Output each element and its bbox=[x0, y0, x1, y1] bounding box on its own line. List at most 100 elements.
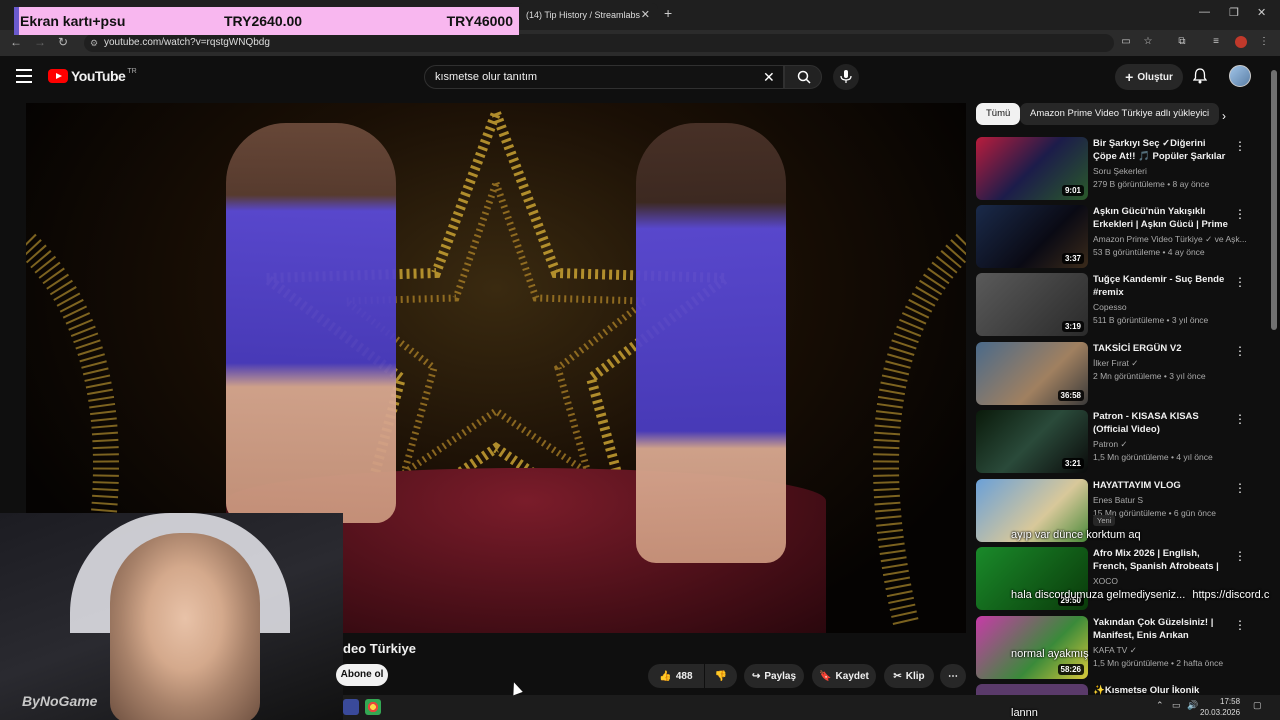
cast-icon[interactable]: ▭ bbox=[1120, 36, 1132, 48]
rec-channel[interactable]: XOCO bbox=[1093, 576, 1118, 586]
tab-streamlabs[interactable]: (14) Tip History / Streamlabs ✕ bbox=[516, 3, 658, 27]
rec-channel[interactable]: İlker Fırat ✓ bbox=[1093, 358, 1138, 369]
voice-search-button[interactable] bbox=[833, 64, 859, 90]
rec-title[interactable]: Aşkın Gücü'nün Yakışıklı Erkekleri | Aşk… bbox=[1093, 205, 1231, 231]
youtube-header: YouTube TR kısmetse olur tanıtım ✕ + Olu… bbox=[0, 56, 1280, 98]
account-avatar[interactable] bbox=[1229, 65, 1251, 87]
rec-item[interactable]: 29:50 Afro Mix 2026 | English, French, S… bbox=[976, 547, 1252, 611]
rec-title[interactable]: Yakından Çok Güzelsiniz! | Manifest, Eni… bbox=[1093, 616, 1231, 642]
rec-title[interactable]: Afro Mix 2026 | English, French, Spanish… bbox=[1093, 547, 1231, 573]
rec-thumbnail[interactable]: 36:58 bbox=[976, 342, 1088, 405]
rec-title[interactable]: Tuğçe Kandemir - Suç Bende #remix bbox=[1093, 273, 1231, 299]
restore-icon[interactable]: ❐ bbox=[1229, 6, 1239, 19]
volume-icon[interactable]: 🔊 bbox=[1187, 700, 1198, 711]
share-button[interactable]: ↪ Paylaş bbox=[744, 664, 804, 688]
rec-item[interactable]: 3:19 Tuğçe Kandemir - Suç Bende #remix C… bbox=[976, 273, 1252, 337]
taskbar-app-icon[interactable] bbox=[343, 699, 359, 715]
video-channel-title: deo Türkiye bbox=[343, 641, 416, 656]
rec-thumbnail[interactable]: 9:01 bbox=[976, 137, 1088, 200]
rec-item[interactable]: 3:37 Aşkın Gücü'nün Yakışıklı Erkekleri … bbox=[976, 205, 1252, 269]
chevron-right-icon[interactable]: › bbox=[1222, 109, 1226, 123]
presenter-left bbox=[226, 123, 396, 523]
rec-channel[interactable]: Enes Batur S bbox=[1093, 495, 1143, 505]
more-vertical-icon[interactable]: ⋮ bbox=[1234, 549, 1246, 563]
rec-title[interactable]: Patron - KISASA KISAS (Official Video) bbox=[1093, 410, 1231, 436]
rec-title[interactable]: ✨Kısmetse Olur İkonik bbox=[1093, 684, 1231, 695]
notification-center-icon[interactable]: ▢ bbox=[1253, 700, 1262, 711]
rec-title[interactable]: Bir Şarkıyı Seç ✓Diğerini Çöpe At!! 🎵 Po… bbox=[1093, 137, 1231, 163]
youtube-logo[interactable]: YouTube TR bbox=[48, 68, 137, 84]
hamburger-menu-icon[interactable] bbox=[16, 69, 32, 83]
rec-meta: 511 B görüntüleme • 3 yıl önce bbox=[1093, 315, 1209, 325]
rec-duration: 9:01 bbox=[1061, 185, 1084, 196]
streamer-logo: ByNoGame bbox=[22, 693, 98, 709]
subscribe-button[interactable]: Abone ol bbox=[336, 664, 388, 686]
rec-item[interactable]: ✨Kısmetse Olur İkonik bbox=[976, 684, 1252, 695]
chat-message: ayıp var dünce korktum aq bbox=[1011, 529, 1141, 541]
rec-thumbnail[interactable]: 3:37 bbox=[976, 205, 1088, 268]
chat-message-text: hala discordumuza gelmediyseniz... bbox=[1011, 589, 1186, 601]
media-control-icon[interactable]: ≡ bbox=[1210, 36, 1222, 48]
more-vertical-icon[interactable]: ⋮ bbox=[1234, 275, 1246, 289]
forward-icon[interactable]: → bbox=[34, 35, 46, 49]
bookmark-star-icon[interactable]: ☆ bbox=[1142, 36, 1154, 48]
rec-channel[interactable]: Copesso bbox=[1093, 302, 1127, 312]
more-vertical-icon[interactable]: ⋮ bbox=[1234, 139, 1246, 153]
overlay-marker bbox=[14, 7, 19, 35]
extensions-icon[interactable]: ⧉ bbox=[1176, 36, 1188, 48]
create-button[interactable]: + Oluştur bbox=[1115, 64, 1183, 90]
dislike-button[interactable]: 👎 bbox=[705, 664, 737, 688]
clear-search-icon[interactable]: ✕ bbox=[763, 69, 775, 86]
tab-close-icon[interactable]: ✕ bbox=[641, 8, 650, 21]
rec-thumbnail[interactable]: 3:19 bbox=[976, 273, 1088, 336]
scissors-icon: ✂ bbox=[893, 670, 902, 682]
search-button[interactable] bbox=[784, 65, 822, 89]
browser-menu-icon[interactable]: ⋮ bbox=[1258, 36, 1270, 48]
back-icon[interactable]: ← bbox=[10, 35, 22, 49]
close-window-icon[interactable]: ✕ bbox=[1257, 6, 1266, 19]
rec-title[interactable]: HAYATTAYIM VLOG bbox=[1093, 479, 1231, 492]
taskbar-clock[interactable]: 17:58 20.03.2026 bbox=[1200, 696, 1240, 718]
logo-country: TR bbox=[127, 67, 137, 75]
new-tab-icon[interactable]: + bbox=[664, 5, 672, 21]
rec-item[interactable]: 9:01 Bir Şarkıyı Seç ✓Diğerini Çöpe At!!… bbox=[976, 137, 1252, 201]
more-vertical-icon[interactable]: ⋮ bbox=[1234, 412, 1246, 426]
site-info-icon[interactable]: ⚙ bbox=[90, 34, 98, 52]
rec-item[interactable]: 3:21 Patron - KISASA KISAS (Official Vid… bbox=[976, 410, 1252, 474]
network-icon[interactable]: ▭ bbox=[1172, 700, 1181, 711]
taskbar: lannn bbox=[343, 695, 1280, 720]
more-vertical-icon[interactable]: ⋮ bbox=[1234, 481, 1246, 495]
rec-channel[interactable]: Soru Şekerleri bbox=[1093, 166, 1147, 176]
rec-channel[interactable]: Patron ✓ bbox=[1093, 439, 1128, 450]
rec-title[interactable]: TAKSİCİ ERGÜN V2 bbox=[1093, 342, 1231, 355]
rec-item[interactable]: 36:58 TAKSİCİ ERGÜN V2 İlker Fırat ✓ 2 M… bbox=[976, 342, 1252, 406]
url-text: youtube.com/watch?v=rqstgWNQbdg bbox=[104, 37, 270, 48]
more-vertical-icon[interactable]: ⋮ bbox=[1234, 207, 1246, 221]
more-actions-button[interactable]: ⋯ bbox=[940, 664, 966, 688]
like-button[interactable]: 👍 488 bbox=[648, 664, 704, 688]
notifications-bell-icon[interactable] bbox=[1193, 68, 1207, 84]
more-vertical-icon[interactable]: ⋮ bbox=[1234, 618, 1246, 632]
minimize-icon[interactable]: — bbox=[1199, 6, 1210, 18]
rec-thumbnail[interactable] bbox=[976, 684, 1088, 695]
rec-channel[interactable]: KAFA TV ✓ bbox=[1093, 645, 1137, 656]
page-scrollbar[interactable] bbox=[1271, 70, 1277, 330]
search-input[interactable]: kısmetse olur tanıtım bbox=[424, 65, 784, 89]
rec-channel[interactable]: Amazon Prime Video Türkiye ✓ ve Aşk... bbox=[1093, 234, 1247, 245]
chat-link[interactable]: https://discord.c bbox=[1192, 589, 1269, 601]
save-button[interactable]: 🔖 Kaydet bbox=[812, 664, 876, 688]
chrome-icon[interactable] bbox=[365, 699, 381, 715]
more-vertical-icon[interactable]: ⋮ bbox=[1234, 344, 1246, 358]
chip-all[interactable]: Tümü bbox=[976, 103, 1021, 125]
tray-chevron-icon[interactable]: ⌃ bbox=[1156, 700, 1164, 711]
clip-button[interactable]: ✂ Klip bbox=[884, 664, 934, 688]
rec-thumbnail[interactable]: 3:21 bbox=[976, 410, 1088, 473]
chip-uploader[interactable]: Amazon Prime Video Türkiye adlı yükleyic… bbox=[1020, 103, 1220, 125]
profile-icon[interactable] bbox=[1235, 36, 1247, 48]
reload-icon[interactable]: ↻ bbox=[58, 35, 68, 49]
url-field[interactable]: ⚙ youtube.com/watch?v=rqstgWNQbdg bbox=[84, 34, 1114, 52]
clip-label: Klip bbox=[905, 670, 925, 682]
thumbs-up-icon: 👍 bbox=[659, 670, 672, 682]
goal-label: Ekran kartı+psu bbox=[20, 13, 126, 29]
tab-title: (14) Tip History / Streamlabs bbox=[526, 10, 641, 20]
